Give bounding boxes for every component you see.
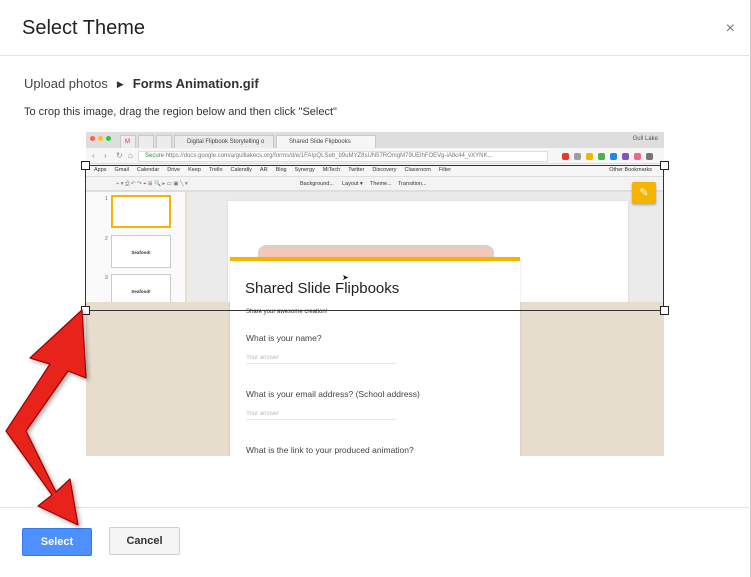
select-theme-dialog: Select Theme × Upload photos ▶ Forms Anima… xyxy=(0,0,751,577)
form-answer: Your answer xyxy=(246,355,396,364)
forward-icon: › xyxy=(104,151,107,160)
crop-handle-bottom-left[interactable] xyxy=(81,306,90,315)
crop-handle-top-right[interactable] xyxy=(660,161,669,170)
tab-calendar xyxy=(138,135,154,148)
form-question: What is your name? xyxy=(246,333,322,343)
form-question: What is your email address? (School addr… xyxy=(246,389,420,399)
extension-icon xyxy=(598,153,605,160)
window-min-dot xyxy=(98,136,103,141)
crop-region[interactable] xyxy=(85,165,664,311)
browser-tabs: M Digital Flipbook Storytelling o Shared… xyxy=(86,132,664,148)
extension-icon xyxy=(562,153,569,160)
window-close-dot xyxy=(90,136,95,141)
breadcrumb-current-file: Forms Animation.gif xyxy=(132,76,259,91)
back-icon: ‹ xyxy=(92,151,95,160)
extension-icon xyxy=(610,153,617,160)
window-max-dot xyxy=(106,136,111,141)
breadcrumb-upload-photos[interactable]: Upload photos xyxy=(24,76,108,91)
address-bar: ‹ › ↻ ⌂ Secure https://docs.google.com/a… xyxy=(86,148,664,164)
dialog-title: Select Theme xyxy=(22,17,146,39)
close-icon[interactable]: × xyxy=(726,20,735,38)
tab-gmail: M xyxy=(120,135,136,148)
extension-icon xyxy=(622,153,629,160)
select-button[interactable]: Select xyxy=(22,528,92,556)
tab-drive xyxy=(156,135,172,148)
crop-handle-top-left[interactable] xyxy=(81,161,90,170)
reload-icon: ↻ xyxy=(116,151,123,160)
crop-instructions: To crop this image, drag the region belo… xyxy=(24,106,337,118)
crop-handle-bottom-right[interactable] xyxy=(660,306,669,315)
tab-digital-flipbook: Digital Flipbook Storytelling o xyxy=(174,135,274,148)
cancel-button[interactable]: Cancel xyxy=(109,527,180,555)
form-question: What is the link to your produced animat… xyxy=(246,445,414,455)
extension-icon xyxy=(634,153,641,160)
extension-icon xyxy=(586,153,593,160)
home-icon: ⌂ xyxy=(128,151,133,160)
extension-icon xyxy=(646,153,653,160)
dialog-header: Select Theme × xyxy=(0,0,751,56)
breadcrumb-separator-icon: ▶ xyxy=(116,79,124,89)
form-answer: Your answer xyxy=(246,411,396,420)
tab-shared-slide-flipbooks: Shared Slide Flipbooks xyxy=(276,135,376,148)
url-field: Secure https://docs.google.com/a/gulllak… xyxy=(138,151,548,162)
extension-icon xyxy=(574,153,581,160)
browser-user: Gull Lake xyxy=(632,136,658,142)
breadcrumb: Upload photos ▶ Forms Animation.gif xyxy=(24,76,259,91)
